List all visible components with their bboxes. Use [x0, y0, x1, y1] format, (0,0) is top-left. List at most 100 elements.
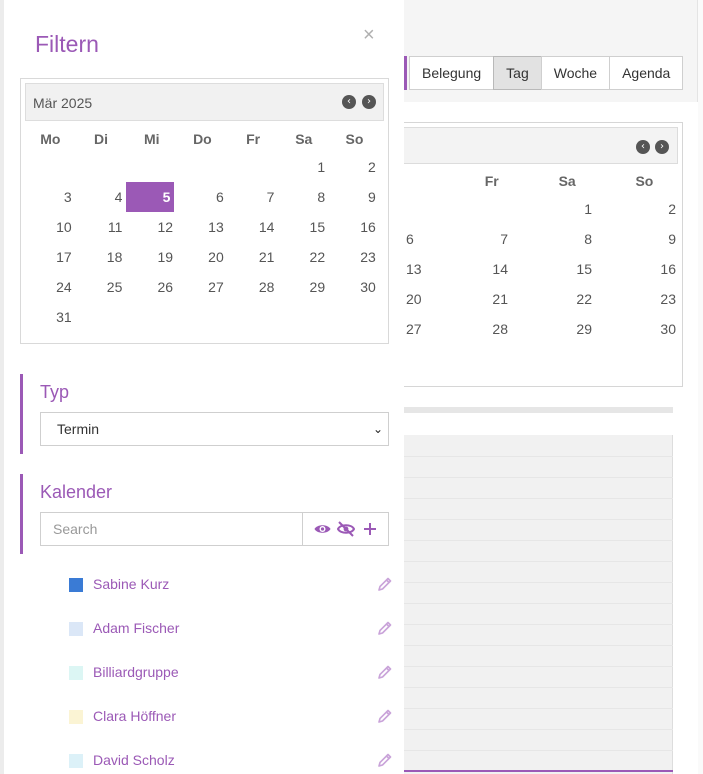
background-day-cell[interactable]: 22	[508, 291, 592, 307]
day-cell[interactable]: 20	[177, 242, 228, 272]
pencil-icon[interactable]	[377, 664, 395, 682]
day-cell[interactable]: 27	[177, 272, 228, 302]
selected-day-cell[interactable]: 5	[126, 182, 175, 212]
day-cell[interactable]: 3	[25, 182, 76, 212]
month-label: Mär 2025	[33, 95, 93, 111]
pencil-icon[interactable]	[377, 620, 395, 638]
background-day-cell[interactable]: 1	[508, 201, 592, 217]
close-icon[interactable]: ×	[363, 24, 375, 47]
day-cell[interactable]: 2	[329, 152, 380, 182]
calendar-color-swatch[interactable]	[69, 710, 83, 724]
background-day-cell[interactable]: 7	[424, 231, 508, 247]
weekday-header: Fr	[246, 131, 261, 147]
day-cell	[126, 302, 177, 332]
pencil-icon[interactable]	[377, 752, 395, 770]
pencil-icon[interactable]	[377, 708, 395, 726]
day-cell[interactable]: 26	[126, 272, 177, 302]
day-cell[interactable]: 19	[126, 242, 177, 272]
day-cell[interactable]: 31	[25, 302, 76, 332]
day-cell[interactable]: 11	[76, 212, 127, 242]
calendar-color-swatch[interactable]	[69, 666, 83, 680]
background-day-cell[interactable]: 21	[424, 291, 508, 307]
day-cell[interactable]: 15	[278, 212, 329, 242]
background-day-cell[interactable]: 29	[508, 321, 592, 337]
day-cell[interactable]: 23	[329, 242, 380, 272]
typ-section: Typ Termin ⌄	[20, 374, 393, 454]
background-day-cell[interactable]: 28	[424, 321, 508, 337]
day-cell[interactable]: 24	[25, 272, 76, 302]
search-tools	[303, 513, 379, 545]
calendar-name[interactable]: Adam Fischer	[93, 620, 179, 636]
weekday-header: Di	[94, 131, 109, 147]
day-cell[interactable]: 21	[228, 242, 279, 272]
day-cell[interactable]: 6	[177, 182, 228, 212]
day-cell[interactable]: 30	[329, 272, 380, 302]
day-cell[interactable]: 4	[76, 182, 127, 212]
prev-month-icon[interactable]: ‹	[342, 95, 356, 109]
typ-select[interactable]: Termin ⌄	[40, 412, 389, 446]
day-cell[interactable]: 13	[177, 212, 228, 242]
plus-icon[interactable]	[361, 520, 379, 538]
calendar-name[interactable]: Billiardgruppe	[93, 664, 179, 680]
day-cell	[228, 152, 279, 182]
day-cell[interactable]: 28	[228, 272, 279, 302]
day-cell[interactable]: 18	[76, 242, 127, 272]
eye-icon[interactable]	[313, 520, 331, 538]
background-day-cell[interactable]: 2	[592, 201, 676, 217]
next-month-icon[interactable]: ›	[655, 140, 669, 154]
search-input[interactable]	[41, 513, 303, 545]
calendar-color-swatch[interactable]	[69, 578, 83, 592]
calendar-name[interactable]: David Scholz	[93, 752, 175, 768]
calendar-color-swatch[interactable]	[69, 622, 83, 636]
day-cell[interactable]: 12	[126, 212, 177, 242]
grid-line	[404, 687, 673, 688]
pencil-icon[interactable]	[377, 576, 395, 594]
week-row: 10 11 12 13 14 15 16	[25, 212, 388, 242]
calendar-color-swatch[interactable]	[69, 754, 83, 768]
day-cell	[228, 302, 279, 332]
background-day-cell[interactable]: 20	[404, 291, 424, 307]
view-button-belegung[interactable]: Belegung	[409, 56, 495, 90]
weekday-header: Sa	[295, 131, 313, 147]
background-month-calendar: ‹ › Fr Sa So 1 2 6 7 8 9 13 14 15 16 20 21 22 23 27 28 29 30	[404, 122, 683, 387]
background-day-cell[interactable]: 13	[404, 261, 424, 277]
day-cell[interactable]: 14	[228, 212, 279, 242]
background-day-cell[interactable]: 16	[592, 261, 676, 277]
grid-line	[404, 498, 673, 499]
background-day-cell[interactable]: 14	[424, 261, 508, 277]
day-cell[interactable]: 7	[228, 182, 279, 212]
day-cell[interactable]: 17	[25, 242, 76, 272]
grid-line	[404, 729, 673, 730]
background-day-cell[interactable]: 23	[592, 291, 676, 307]
day-cell[interactable]: 16	[329, 212, 380, 242]
view-button-tag[interactable]: Tag	[493, 56, 542, 90]
grid-line	[404, 645, 673, 646]
background-scrollbar[interactable]	[404, 407, 673, 413]
background-day-cell[interactable]: 15	[508, 261, 592, 277]
background-day-cell[interactable]: 8	[508, 231, 592, 247]
weekday-header: Do	[193, 131, 212, 147]
view-button-woche[interactable]: Woche	[540, 56, 611, 90]
day-cell[interactable]: 25	[76, 272, 127, 302]
next-month-icon[interactable]: ›	[362, 95, 376, 109]
calendar-list-item: Adam Fischer	[69, 606, 395, 650]
background-weekday-row: Fr Sa So	[404, 168, 683, 194]
calendar-name[interactable]: Sabine Kurz	[93, 576, 169, 592]
day-cell[interactable]: 8	[278, 182, 329, 212]
day-cell	[25, 152, 76, 182]
day-cell[interactable]: 1	[278, 152, 329, 182]
weekday-header-row: Mo Di Mi Do Fr Sa So	[25, 126, 388, 152]
day-cell[interactable]: 22	[278, 242, 329, 272]
week-row: 24 25 26 27 28 29 30	[25, 272, 388, 302]
background-day-cell[interactable]: 9	[592, 231, 676, 247]
background-day-cell[interactable]: 6	[404, 231, 424, 247]
day-cell[interactable]: 29	[278, 272, 329, 302]
background-day-cell[interactable]: 30	[592, 321, 676, 337]
background-day-cell[interactable]: 27	[404, 321, 424, 337]
eye-slash-icon[interactable]	[337, 520, 355, 538]
calendar-name[interactable]: Clara Höffner	[93, 708, 176, 724]
day-cell[interactable]: 10	[25, 212, 76, 242]
prev-month-icon[interactable]: ‹	[636, 140, 650, 154]
view-button-agenda[interactable]: Agenda	[609, 56, 684, 90]
day-cell[interactable]: 9	[329, 182, 380, 212]
